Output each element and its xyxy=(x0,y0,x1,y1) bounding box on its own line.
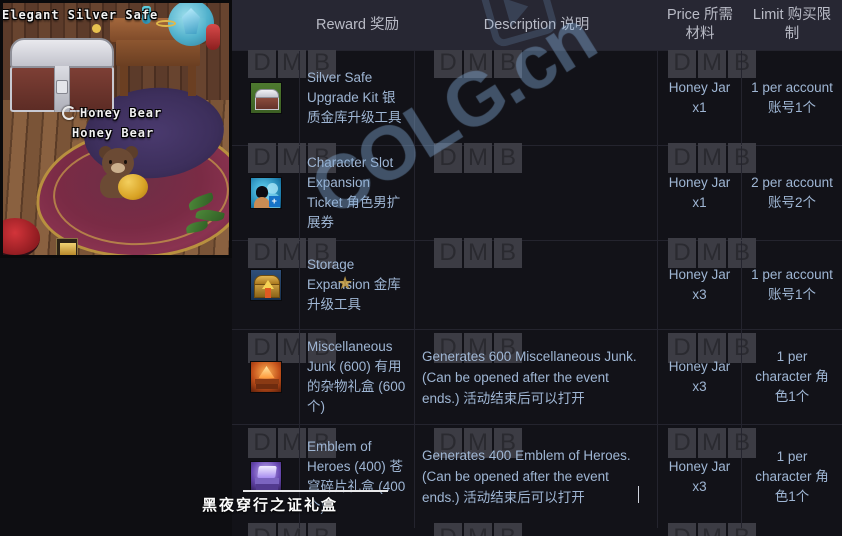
chest-lid xyxy=(10,38,114,68)
reward-table: Reward 奖励 Description 说明 Price 所需材料 Limi… xyxy=(232,0,842,536)
silver-chest-icon xyxy=(249,82,282,114)
reward-limit: 1 per account 账号1个 xyxy=(751,267,833,302)
row-desc-cell xyxy=(415,146,658,240)
row-price-cell: Honey Jar x1 xyxy=(658,146,742,240)
bear-snout xyxy=(111,163,125,173)
table-leg-left xyxy=(120,66,128,96)
row-limit-cell: 2 per account 账号2个 xyxy=(742,146,842,240)
gold-chest-upgrade-icon xyxy=(249,269,282,301)
table-header-row: Reward 奖励 Description 说明 Price 所需材料 Limi… xyxy=(232,0,842,50)
reward-price: Honey Jar x3 xyxy=(668,359,731,394)
row-price-cell: Honey Jar x3 xyxy=(658,330,742,424)
reward-name: Miscellaneous Junk (600) 有用的杂物礼盒 (600个) xyxy=(307,339,406,414)
column-header-reward: Reward 奖励 xyxy=(316,16,399,33)
silver-safe-object[interactable] xyxy=(10,38,114,112)
character-slot-icon: + xyxy=(249,177,282,209)
reward-description: Generates 600 Miscellaneous Junk.(Can be… xyxy=(422,348,637,406)
table-row[interactable]: Silver Safe Upgrade Kit 银质金库升级工具 Honey J… xyxy=(232,50,842,145)
row-icon-cell xyxy=(232,51,300,145)
column-header-description: Description 说明 xyxy=(483,16,590,33)
table-row[interactable]: + Character Slot Expansion Ticket 角色男扩展券… xyxy=(232,145,842,240)
row-limit-cell: 1 per account 账号1个 xyxy=(742,51,842,145)
gold-ring-icon xyxy=(156,20,176,27)
table-row[interactable]: Miscellaneous Junk (600) 有用的杂物礼盒 (600个) … xyxy=(232,329,842,424)
reward-limit: 1 per account 账号1个 xyxy=(751,80,833,115)
rotate-arrow-icon xyxy=(62,106,76,120)
row-icon-cell xyxy=(232,330,300,424)
table-row[interactable]: Storage Expansion 金库升级工具 Honey Jar x3 1 … xyxy=(232,240,842,329)
row-name-cell: Miscellaneous Junk (600) 有用的杂物礼盒 (600个) xyxy=(300,330,415,424)
reward-price: Honey Jar x1 xyxy=(668,80,731,115)
reward-name: Silver Safe Upgrade Kit 银质金库升级工具 xyxy=(307,70,402,125)
row-desc-cell xyxy=(415,51,658,145)
gold-coin-icon xyxy=(92,24,101,33)
row-name-cell: Silver Safe Upgrade Kit 银质金库升级工具 xyxy=(300,51,415,145)
screenshot-root: Elegant Silver Safe Honey Bear Honey Bea… xyxy=(0,0,842,536)
reward-limit: 1 per character 角色1个 xyxy=(755,448,829,504)
row-desc-cell xyxy=(415,241,658,329)
lock-icon xyxy=(56,80,68,94)
row-limit-cell: 1 per account 账号1个 xyxy=(742,241,842,329)
bear-eye-left xyxy=(109,160,112,164)
game-screenshot-panel: Elegant Silver Safe Honey Bear Honey Bea… xyxy=(0,0,232,258)
column-header-limit: Limit 购买限制 xyxy=(752,7,832,42)
reward-limit: 2 per account 账号2个 xyxy=(751,175,833,210)
row-desc-cell: Generates 400 Emblem of Heroes.(Can be o… xyxy=(415,425,658,528)
strikethrough-line xyxy=(243,490,388,492)
row-icon-cell: + xyxy=(232,146,300,240)
reward-name: Character Slot Expansion Ticket 角色男扩展券 xyxy=(307,155,401,230)
honey-pot-icon xyxy=(118,174,148,200)
row-limit-cell: 1 per character 角色1个 xyxy=(742,330,842,424)
bear-eye-right xyxy=(124,160,127,164)
row-icon-cell xyxy=(232,241,300,329)
red-potion-icon xyxy=(206,24,220,50)
row-limit-cell: 1 per character 角色1个 xyxy=(742,425,842,528)
text-caret xyxy=(638,486,639,503)
quickslot-item[interactable] xyxy=(56,238,78,258)
honey-bear-pet[interactable] xyxy=(94,146,150,204)
bottom-annotation-text: 黑夜穿行之证礼盒 xyxy=(202,496,339,514)
pet-name-label-top: Honey Bear xyxy=(80,106,163,120)
reward-limit: 1 per character 角色1个 xyxy=(755,349,829,404)
safe-name-label: Elegant Silver Safe xyxy=(2,8,159,22)
reward-price: Honey Jar x3 xyxy=(668,458,731,494)
table-leg-right xyxy=(188,66,196,96)
reward-name: Storage Expansion 金库升级工具 xyxy=(307,257,401,312)
orange-box-icon xyxy=(249,361,282,393)
row-desc-cell: Generates 600 Miscellaneous Junk.(Can be… xyxy=(415,330,658,424)
row-price-cell: Honey Jar x3 xyxy=(658,241,742,329)
reward-description: Generates 400 Emblem of Heroes.(Can be o… xyxy=(422,448,631,505)
row-price-cell: Honey Jar x3 xyxy=(658,425,742,528)
row-name-cell: Character Slot Expansion Ticket 角色男扩展券 xyxy=(300,146,415,240)
row-price-cell: Honey Jar x1 xyxy=(658,51,742,145)
column-header-price: Price 所需材料 xyxy=(666,7,734,42)
plant-decoration xyxy=(185,182,232,240)
pet-name-label-bottom: Honey Bear xyxy=(72,126,155,140)
reward-price: Honey Jar x1 xyxy=(668,175,731,210)
purple-box-icon xyxy=(249,460,282,493)
reward-price: Honey Jar x3 xyxy=(668,267,731,302)
row-name-cell: Storage Expansion 金库升级工具 xyxy=(300,241,415,329)
